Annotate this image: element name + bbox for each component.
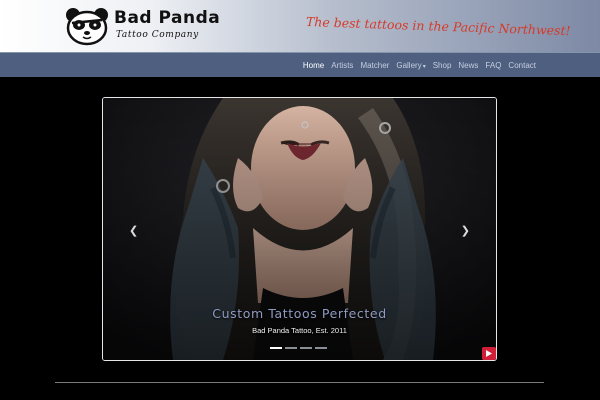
nav-news[interactable]: News [458,61,478,70]
carousel-caption-title: Custom Tattoos Perfected [212,306,387,321]
nav-artists[interactable]: Artists [331,61,353,70]
nav-matcher[interactable]: Matcher [360,61,389,70]
carousel-indicator-3[interactable] [300,347,312,349]
nav-home[interactable]: Home [303,61,324,70]
carousel-indicators [270,347,327,349]
brand-subtitle: Tattoo Company [116,30,199,40]
play-icon [486,350,492,357]
nav-menu: Home Artists Matcher Gallery▾ Shop News … [303,53,536,77]
nav-shop[interactable]: Shop [433,61,452,70]
hero-carousel[interactable]: ❮ ❯ Custom Tattoos Perfected Bad Panda T… [102,97,497,361]
caret-down-icon: ▾ [422,63,426,70]
carousel-caption-subtitle: Bad Panda Tattoo, Est. 2011 [252,326,347,335]
chevron-right-icon[interactable]: ❯ [461,224,470,237]
main-navbar: Home Artists Matcher Gallery▾ Shop News … [0,52,600,77]
brand-name[interactable]: Bad Panda [114,8,220,28]
nav-faq[interactable]: FAQ [485,61,501,70]
site-header: Bad Panda Tattoo Company The best tattoo… [0,0,600,52]
carousel-indicator-2[interactable] [285,347,297,349]
carousel-indicator-4[interactable] [315,347,327,349]
nav-gallery[interactable]: Gallery▾ [396,61,425,70]
nav-gallery-label: Gallery [396,60,422,70]
carousel-indicator-1[interactable] [270,347,282,349]
chevron-left-icon[interactable]: ❮ [129,224,138,237]
panda-logo[interactable] [63,6,111,46]
tagline: The best tattoos in the Pacific Northwes… [305,14,571,39]
nav-contact[interactable]: Contact [508,61,536,70]
section-divider [55,382,544,383]
play-button[interactable] [482,347,496,360]
